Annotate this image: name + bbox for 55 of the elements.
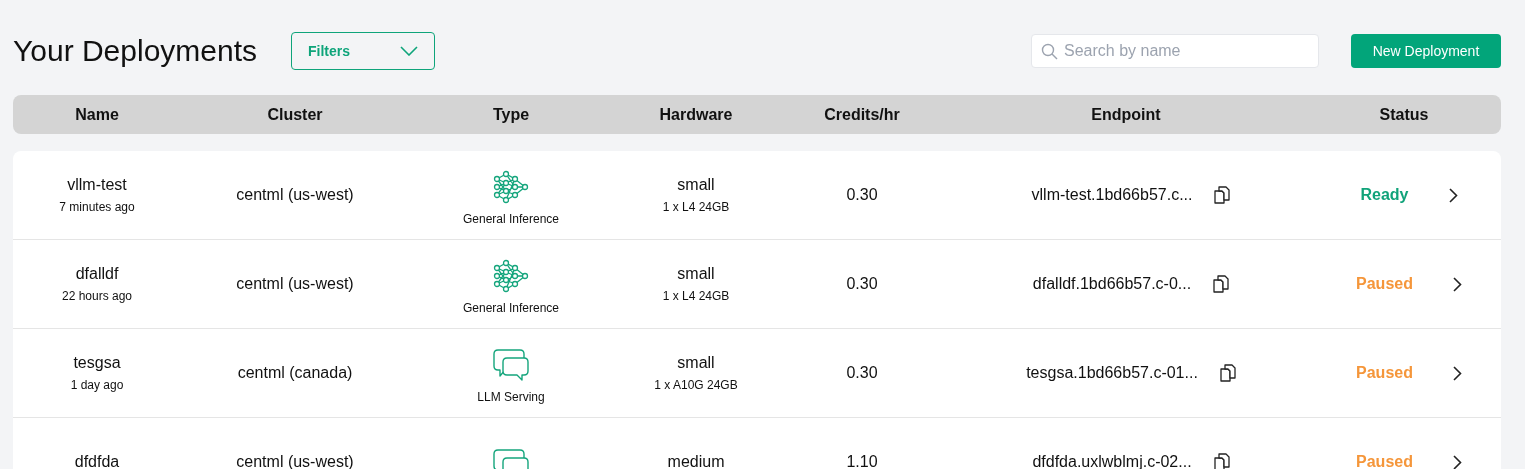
endpoint-url: dfalldf.1bd66b57.c-0... [1032, 275, 1192, 293]
hardware-size: small [677, 176, 715, 194]
chevron-right-icon[interactable] [1452, 454, 1462, 469]
created-time: 1 day ago [70, 378, 124, 392]
search-icon [1041, 43, 1058, 60]
column-header: Name [74, 105, 120, 124]
column-header: Type [491, 105, 531, 124]
page-title: Your Deployments [13, 34, 258, 68]
hardware-size: small [677, 354, 715, 372]
credits-value: 0.30 [846, 186, 878, 204]
credits-value: 0.30 [846, 364, 878, 382]
cluster-name: centml (canada) [237, 364, 353, 382]
endpoint-url: tesgsa.1bd66b57.c-01... [1026, 364, 1198, 382]
created-time: 22 hours ago [61, 289, 133, 303]
copy-icon[interactable] [1214, 186, 1231, 204]
neural-network-icon [492, 259, 530, 293]
copy-icon[interactable] [1213, 275, 1230, 293]
status-label: Paused [1356, 275, 1413, 293]
new-deployment-button[interactable]: New Deployment [1351, 34, 1501, 68]
hardware-detail: 1 x A10G 24GB [654, 378, 738, 392]
hardware-size: medium [667, 453, 725, 469]
filters-dropdown[interactable]: Filters [291, 32, 436, 70]
created-time: 7 minutes ago [59, 200, 135, 214]
deployment-type: General Inference [462, 212, 560, 226]
column-header: Status [1378, 105, 1430, 124]
status-label: Paused [1356, 453, 1413, 469]
chevron-right-icon[interactable] [1452, 276, 1462, 292]
credits-value: 0.30 [846, 275, 878, 293]
deployment-type: General Inference [462, 301, 560, 315]
chat-bubbles-icon [493, 348, 529, 382]
cluster-name: centml (us-west) [236, 275, 354, 293]
hardware-detail: 1 x L4 24GB [662, 289, 730, 303]
column-header: Cluster [266, 105, 324, 124]
endpoint-url: vllm-test.1bd66b57.c... [1031, 186, 1193, 204]
deployment-name: tesgsa [73, 354, 121, 372]
deployment-name: dfdfda [74, 453, 120, 469]
copy-icon[interactable] [1213, 453, 1230, 469]
neural-network-icon [492, 170, 530, 204]
copy-icon[interactable] [1219, 364, 1236, 382]
hardware-size: small [677, 265, 715, 283]
credits-value: 1.10 [846, 453, 878, 469]
column-header: Hardware [658, 105, 734, 124]
deployment-name: dfalldf [75, 265, 119, 283]
cluster-name: centml (us-west) [236, 186, 354, 204]
column-header: Endpoint [1090, 105, 1162, 124]
status-label: Ready [1360, 186, 1409, 204]
chevron-right-icon[interactable] [1452, 365, 1462, 381]
chevron-down-icon [400, 46, 419, 56]
column-header: Credits/hr [823, 105, 901, 124]
chevron-right-icon[interactable] [1448, 187, 1458, 203]
status-label: Paused [1356, 364, 1413, 382]
deployment-type: LLM Serving [477, 390, 545, 404]
search-field[interactable]: Search by name [1031, 34, 1319, 68]
deployment-name: vllm-test [67, 176, 127, 194]
hardware-detail: 1 x L4 24GB [662, 200, 730, 214]
